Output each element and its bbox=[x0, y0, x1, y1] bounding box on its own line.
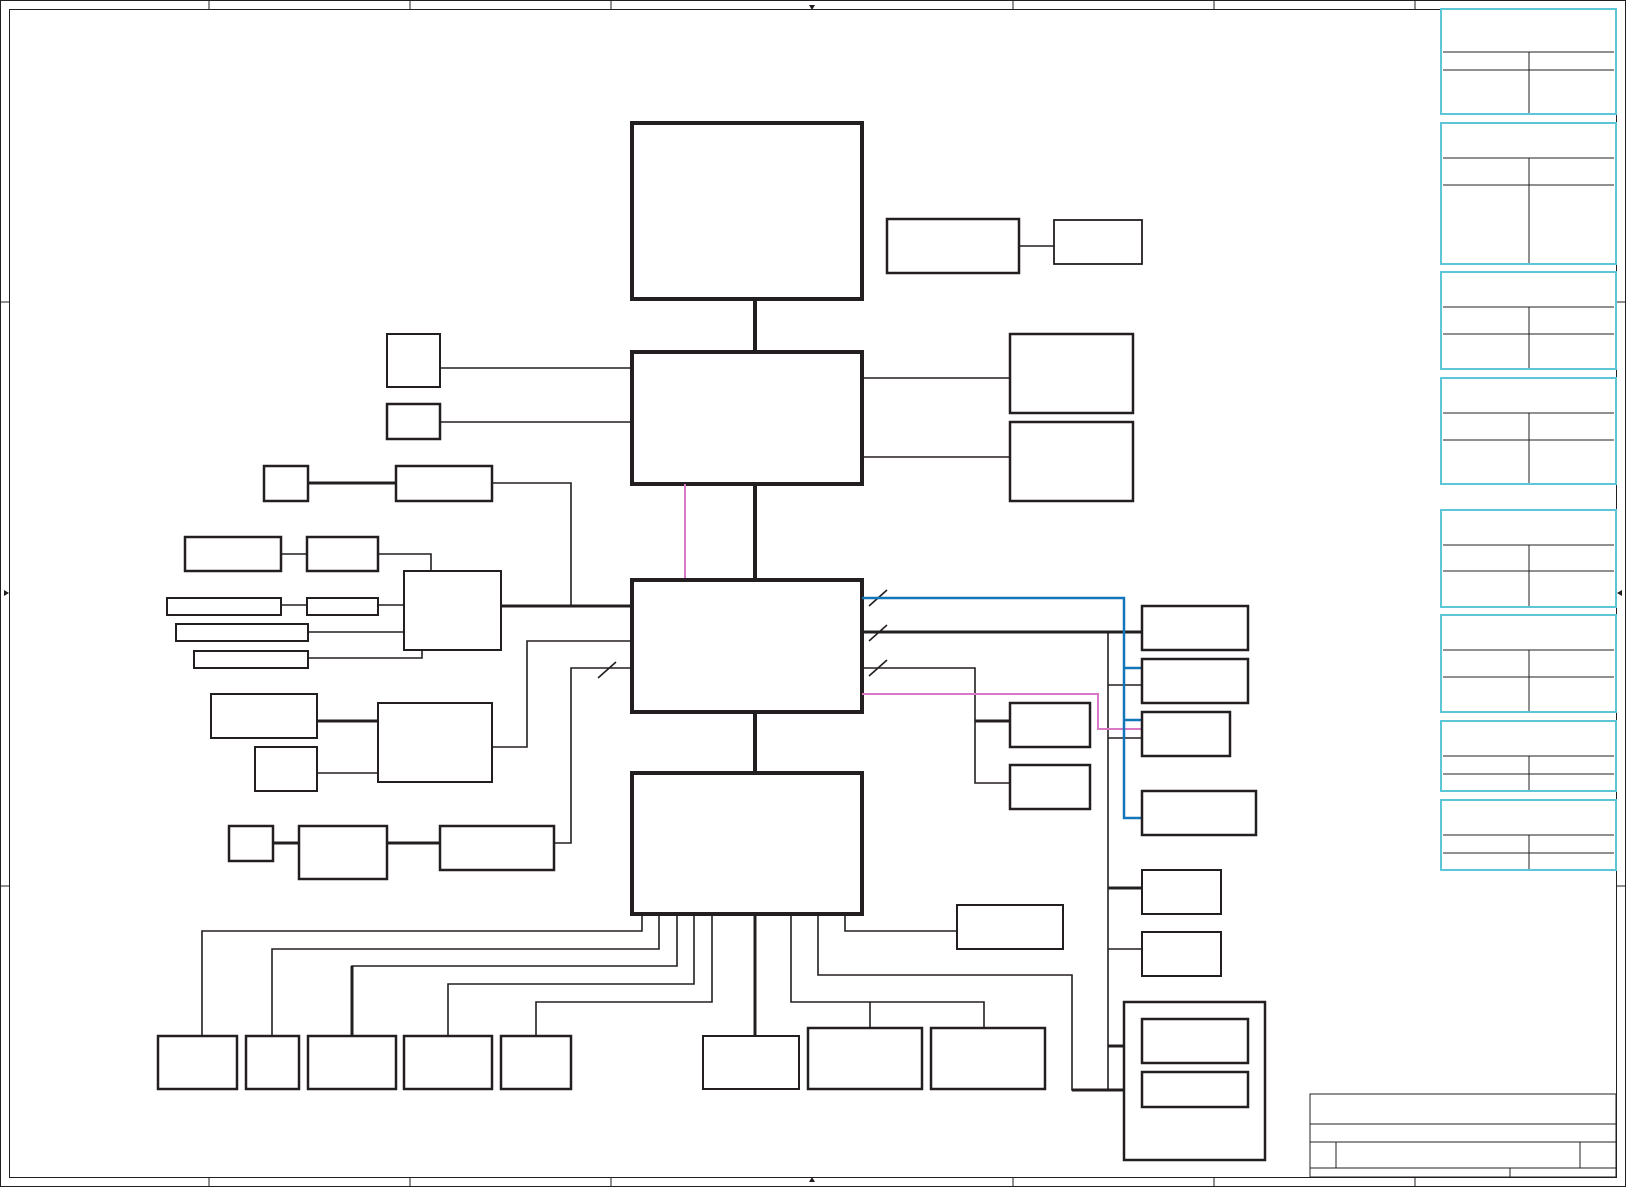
touchpad-block bbox=[806, 1026, 924, 1091]
audio-jack-1-block bbox=[183, 535, 283, 573]
sata-port-1-block bbox=[1140, 604, 1250, 652]
north-bridge-block bbox=[630, 350, 864, 486]
expansion-device-1-block bbox=[1140, 710, 1232, 758]
south-bridge-block bbox=[630, 578, 864, 714]
audio-jack-4-block bbox=[306, 597, 379, 616]
audio-jack-2-block bbox=[305, 535, 380, 573]
sensor-block bbox=[1008, 763, 1092, 811]
ec-rom-block bbox=[929, 1026, 1047, 1091]
keyboard-controller-block bbox=[702, 1035, 800, 1090]
fan-controller-block bbox=[956, 904, 1064, 950]
usb-hub-block bbox=[297, 824, 389, 881]
lan-controller-block bbox=[394, 464, 494, 503]
video-connector-block bbox=[386, 333, 441, 388]
clock-buffer-block bbox=[1053, 219, 1143, 265]
usb-device-4-block bbox=[402, 1034, 494, 1091]
usb-device-3-block bbox=[306, 1034, 398, 1091]
clock-gen-block bbox=[885, 217, 1021, 275]
expansion-device-2-block bbox=[1140, 789, 1258, 837]
dimm-a-block bbox=[1008, 332, 1135, 415]
audio-jack-6-block bbox=[193, 650, 309, 669]
card-reader-block bbox=[1141, 869, 1222, 915]
usb-device-1-block bbox=[156, 1034, 239, 1091]
pcie-slot-b-block bbox=[254, 746, 318, 792]
usb-controller-block bbox=[438, 824, 556, 872]
block-diagram-sheet bbox=[0, 0, 1626, 1187]
sata-port-2-block bbox=[1140, 657, 1250, 705]
power-sub-1-block bbox=[1140, 1017, 1250, 1065]
super-io-block bbox=[630, 771, 864, 916]
cpu-block bbox=[630, 121, 864, 301]
power-sub-2-block bbox=[1140, 1070, 1250, 1109]
side-table-grid bbox=[1443, 51, 1614, 869]
pcie-controller-block bbox=[377, 702, 493, 783]
spi-flash-block bbox=[499, 1034, 573, 1091]
lan-rj45-block bbox=[262, 464, 310, 503]
audio-jack-3-block bbox=[166, 597, 282, 616]
tpm-block bbox=[1008, 701, 1092, 749]
dimm-b-block bbox=[1008, 420, 1135, 503]
title-block-text bbox=[1340, 1140, 1570, 1160]
pcie-slot-a-block bbox=[210, 693, 318, 739]
title-block bbox=[1309, 1093, 1617, 1178]
audio-jack-5-block bbox=[175, 623, 309, 642]
usb-port-block bbox=[227, 824, 275, 863]
video-port-block bbox=[385, 402, 442, 441]
usb-device-2-block bbox=[244, 1034, 301, 1091]
audio-codec-block bbox=[403, 570, 502, 651]
docking-port-block bbox=[1141, 931, 1222, 977]
